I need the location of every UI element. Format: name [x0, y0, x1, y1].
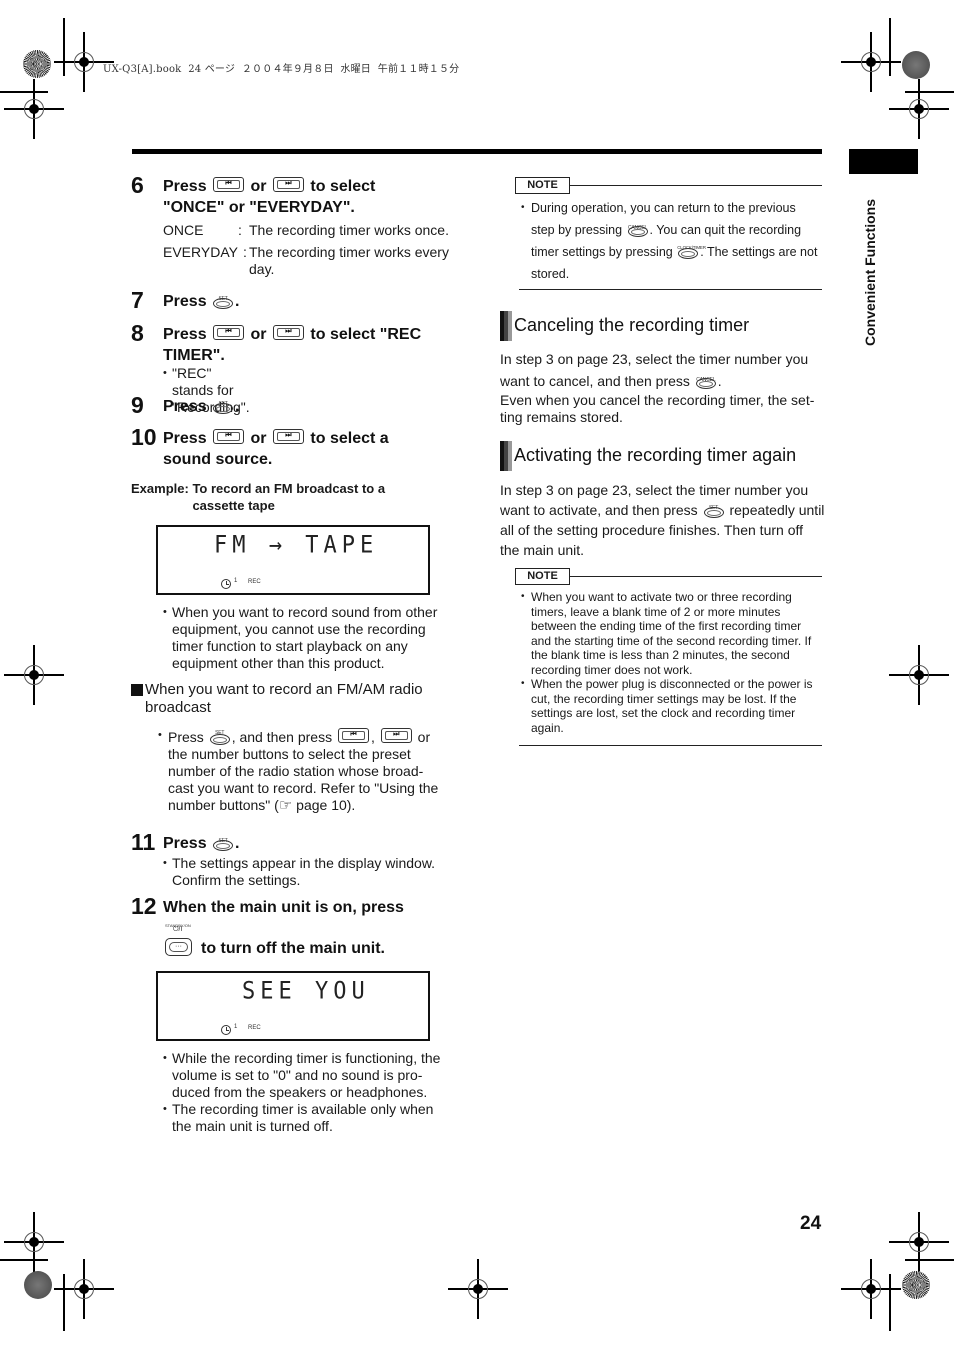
crop-mark: [63, 1274, 65, 1331]
print-header: UX-Q3[A].book 24 ページ ２００４年９月８日 水曜日 午前１１時…: [103, 64, 460, 75]
display-text: FM → TAPE: [214, 531, 379, 560]
display-window-see-you: SEE YOU 1 REC: [156, 971, 430, 1041]
next-button-icon: ⏭: [380, 728, 412, 743]
next-button-icon: ⏭: [272, 177, 304, 192]
registration-mark-icon: [4, 79, 64, 139]
square-bullet-icon: [131, 684, 143, 696]
activate-paragraph: In step 3 on page 23, select the timer n…: [500, 482, 825, 558]
prev-button-icon: ⏮: [337, 728, 369, 743]
step-instruction: Press SET.: [163, 291, 240, 310]
display-window-fm-tape: FM → TAPE 1 REC: [156, 525, 430, 595]
step-instruction: Press SET.: [163, 396, 240, 415]
crop-mark: [889, 1274, 891, 1331]
top-rule: [132, 149, 822, 154]
timer-clock-icon: [221, 579, 231, 589]
color-registration-disc: [902, 1271, 930, 1299]
clock-timer-button-icon: CLOCK/TIMER: [677, 241, 706, 259]
fm-am-instructions: Press SET, and then press ⏮, ⏭ or the nu…: [158, 727, 448, 814]
next-button-icon: ⏭: [272, 429, 304, 444]
display-text: SEE YOU: [242, 977, 370, 1006]
prev-button-icon: ⏮: [213, 429, 245, 444]
timer-clock-icon: [221, 1025, 231, 1035]
section-tab-label: Convenient Functions: [862, 199, 878, 346]
section-tab: [849, 149, 918, 174]
timer-number: 1: [234, 1024, 238, 1030]
step-number: 10: [131, 424, 157, 450]
note-body: When you want to activate two or three r…: [519, 590, 822, 735]
timer-notes: While the recording timer is functioning…: [163, 1050, 455, 1135]
step-number: 9: [131, 392, 144, 418]
set-button-icon: SET: [212, 396, 234, 414]
definition-once: ONCE : The recording timer works once.: [163, 222, 449, 238]
note-tag: NOTE: [515, 568, 570, 585]
step-number: 7: [131, 287, 144, 313]
crop-mark: [63, 18, 65, 76]
crop-mark: [905, 1259, 954, 1261]
page-number: 24: [800, 1213, 822, 1234]
timer-number: 1: [234, 578, 238, 584]
cancel-paragraph: In step 3 on page 23, select the timer n…: [500, 351, 815, 425]
color-registration-disc: [24, 1271, 52, 1299]
step-instruction: Press ⏮ or ⏭ to select "REC TIMER".: [163, 325, 422, 364]
note-body: During operation, you can return to the …: [519, 197, 822, 285]
note-tag: NOTE: [515, 177, 570, 194]
color-registration-disc: [902, 51, 930, 79]
prev-button-icon: ⏮: [213, 177, 245, 192]
example-note: When you want to record sound from other…: [163, 604, 453, 672]
step-instruction: Press ⏮ or ⏭ to select a sound source.: [163, 429, 389, 468]
standby-button-icon: STANDBY/ON ⏻/I ···: [165, 923, 197, 957]
note-box-1: NOTE During operation, you can return to…: [515, 177, 822, 290]
color-registration-disc: [23, 50, 51, 78]
registration-mark-icon: [841, 32, 901, 92]
heading-bar-icon: [500, 441, 512, 471]
registration-mark-icon: [54, 1259, 114, 1319]
next-button-icon: ⏭: [272, 325, 304, 340]
step-number: 8: [131, 320, 144, 346]
note-box-2: NOTE When you want to activate two or th…: [515, 568, 822, 746]
set-button-icon: SET: [212, 291, 234, 309]
registration-mark-icon: [448, 1259, 508, 1319]
step-instruction: Press SET.: [163, 833, 240, 852]
cancel-button-icon: CANCEL: [695, 371, 717, 389]
rec-indicator: REC: [248, 579, 261, 585]
fm-am-heading: When you want to record an FM/AM radio b…: [131, 681, 451, 717]
reference-hand-icon: ☞: [278, 797, 293, 814]
example-caption: Example: To record an FM broadcast to a …: [131, 481, 386, 513]
registration-mark-icon: [54, 32, 114, 92]
set-button-icon: SET: [703, 500, 725, 518]
registration-mark-icon: [889, 79, 949, 139]
prev-button-icon: ⏮: [213, 325, 245, 340]
crop-mark: [0, 1259, 48, 1261]
crop-mark: [905, 91, 954, 93]
step-number: 12: [131, 893, 157, 919]
step-note: The settings appear in the display windo…: [163, 855, 453, 889]
registration-mark-icon: [4, 645, 64, 705]
step-instruction-cont: to turn off the main unit.: [201, 940, 385, 957]
set-button-icon: SET: [209, 727, 231, 745]
cancel-button-icon: CANCEL: [627, 219, 649, 237]
crop-mark: [0, 91, 48, 93]
step-instruction: When the main unit is on, press: [163, 899, 404, 916]
set-button-icon: SET: [212, 833, 234, 851]
registration-mark-icon: [889, 1212, 949, 1272]
step-number: 11: [131, 829, 156, 855]
heading-bar-icon: [500, 311, 512, 341]
registration-mark-icon: [889, 645, 949, 705]
registration-mark-icon: [4, 1212, 64, 1272]
crop-mark: [889, 18, 891, 76]
rec-indicator: REC: [248, 1025, 261, 1031]
definition-list: ONCE : The recording timer works once. E…: [163, 222, 463, 277]
step-instruction: Press ⏮ or ⏭ to select "ONCE" or "EVERYD…: [163, 177, 376, 216]
step-number: 6: [131, 172, 144, 198]
registration-mark-icon: [841, 1259, 901, 1319]
